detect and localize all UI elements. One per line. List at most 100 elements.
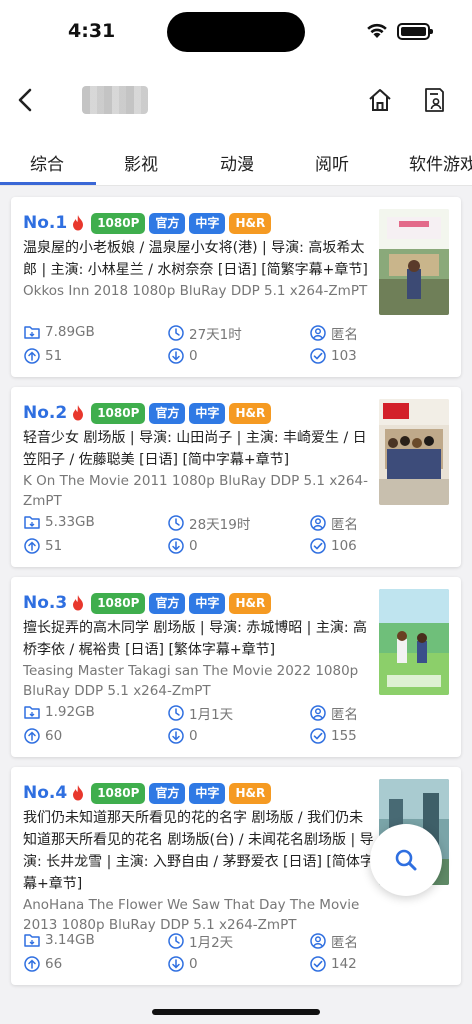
user-icon <box>309 324 327 342</box>
completed-value: 103 <box>331 348 357 364</box>
upload-arrow-icon <box>23 955 41 973</box>
document-profile-icon[interactable] <box>420 86 448 114</box>
torrent-card[interactable]: No.3 1080P 官方 中字 H&R 擅长捉弄的高木同学 剧场版 | 导演:… <box>11 577 461 757</box>
category-tabs: 综合 影视 动漫 阅听 软件游戏 <box>0 134 472 186</box>
status-time: 4:31 <box>68 20 116 42</box>
folder-icon <box>23 703 41 721</box>
download-arrow-icon <box>167 727 185 745</box>
seeders: 60 <box>23 727 62 745</box>
card-header: No.2 1080P 官方 中字 H&R <box>23 401 275 425</box>
upload-age: 1月2天 <box>167 931 233 951</box>
leechers-value: 0 <box>189 538 198 554</box>
torrent-title: 温泉屋的小老板娘 / 温泉屋小女将(港) | 导演: 高坂希太郎 | 主演: 小… <box>23 240 368 278</box>
uploader-value: 匿名 <box>331 327 358 343</box>
upload-age: 28天19时 <box>167 513 250 533</box>
seeders-value: 51 <box>45 538 63 554</box>
rank-label: No.4 <box>23 783 68 803</box>
upload-age-value: 27天1时 <box>189 327 242 343</box>
uploader: 匿名 <box>309 513 358 533</box>
file-size: 1.92GB <box>23 703 95 721</box>
upload-arrow-icon <box>23 347 41 365</box>
tab-software-games[interactable]: 软件游戏 <box>409 150 472 175</box>
check-circle-icon <box>309 727 327 745</box>
fire-icon <box>71 404 85 422</box>
folder-icon <box>23 323 41 341</box>
wifi-icon <box>367 23 387 38</box>
torrent-card[interactable]: No.1 1080P 官方 中字 H&R 温泉屋的小老板娘 / 温泉屋小女将(港… <box>11 197 461 377</box>
blurred-page-title <box>82 86 148 114</box>
card-header: No.4 1080P 官方 中字 H&R <box>23 781 275 805</box>
uploader: 匿名 <box>309 323 358 343</box>
tab-audio-books[interactable]: 阅听 <box>315 150 349 175</box>
torrent-title: 擅长捉弄的高木同学 剧场版 | 导演: 赤城博昭 | 主演: 高桥李依 / 梶裕… <box>23 620 368 658</box>
completed: 142 <box>309 955 357 973</box>
upload-arrow-icon <box>23 537 41 555</box>
folder-icon <box>23 513 41 531</box>
status-bar: 4:31 <box>0 0 472 64</box>
file-size-value: 7.89GB <box>45 324 95 340</box>
search-icon <box>395 849 417 871</box>
tag-hit-and-run: H&R <box>229 212 272 234</box>
file-size-value: 3.14GB <box>45 932 95 948</box>
torrent-subtitle: Teasing Master Takagi san The Movie 2022… <box>23 663 359 699</box>
tab-movies[interactable]: 影视 <box>124 150 158 175</box>
upload-arrow-icon <box>23 727 41 745</box>
leechers: 0 <box>167 727 198 745</box>
download-arrow-icon <box>167 955 185 973</box>
uploader-value: 匿名 <box>331 935 358 951</box>
card-header: No.3 1080P 官方 中字 H&R <box>23 591 275 615</box>
torrent-subtitle: K On The Movie 2011 1080p BluRay DDP 5.1… <box>23 473 368 509</box>
tab-anime[interactable]: 动漫 <box>220 150 254 175</box>
uploader-value: 匿名 <box>331 517 358 533</box>
tag-chinese-subs: 中字 <box>189 782 226 804</box>
back-arrow-icon[interactable] <box>10 82 40 118</box>
tag-1080p: 1080P <box>91 782 146 804</box>
clock-icon <box>167 324 185 342</box>
rank-label: No.3 <box>23 593 68 613</box>
tag-1080p: 1080P <box>91 592 146 614</box>
rank-label: No.2 <box>23 403 68 423</box>
folder-icon <box>23 931 41 949</box>
completed-value: 155 <box>331 728 357 744</box>
completed: 155 <box>309 727 357 745</box>
app-header <box>0 64 472 134</box>
tag-1080p: 1080P <box>91 402 146 424</box>
completed-value: 106 <box>331 538 357 554</box>
tag-hit-and-run: H&R <box>229 592 272 614</box>
completed: 106 <box>309 537 357 555</box>
tab-all[interactable]: 综合 <box>30 150 64 175</box>
battery-icon <box>397 23 433 40</box>
user-icon <box>309 704 327 722</box>
uploader: 匿名 <box>309 703 358 723</box>
active-tab-indicator <box>0 182 96 185</box>
search-fab[interactable] <box>370 824 442 896</box>
tag-chinese-subs: 中字 <box>189 402 226 424</box>
tag-chinese-subs: 中字 <box>189 212 226 234</box>
fire-icon <box>71 214 85 232</box>
uploader: 匿名 <box>309 931 358 951</box>
upload-age-value: 1月1天 <box>189 707 234 723</box>
leechers-value: 0 <box>189 348 198 364</box>
tag-hit-and-run: H&R <box>229 782 272 804</box>
seeders: 51 <box>23 537 62 555</box>
file-size: 5.33GB <box>23 513 95 531</box>
poster-image <box>379 209 449 315</box>
leechers: 0 <box>167 955 198 973</box>
download-arrow-icon <box>167 347 185 365</box>
leechers: 0 <box>167 347 198 365</box>
rank-label: No.1 <box>23 213 68 233</box>
check-circle-icon <box>309 955 327 973</box>
torrent-card[interactable]: No.2 1080P 官方 中字 H&R 轻音少女 剧场版 | 导演: 山田尚子… <box>11 387 461 567</box>
upload-age-value: 28天19时 <box>189 517 251 533</box>
check-circle-icon <box>309 537 327 555</box>
check-circle-icon <box>309 347 327 365</box>
upload-age: 1月1天 <box>167 703 233 723</box>
file-size-value: 5.33GB <box>45 514 95 530</box>
home-icon[interactable] <box>366 86 394 114</box>
leechers: 0 <box>167 537 198 555</box>
tag-official: 官方 <box>149 402 186 424</box>
seeders: 51 <box>23 347 62 365</box>
tag-hit-and-run: H&R <box>229 402 272 424</box>
clock-icon <box>167 932 185 950</box>
upload-age: 27天1时 <box>167 323 242 343</box>
